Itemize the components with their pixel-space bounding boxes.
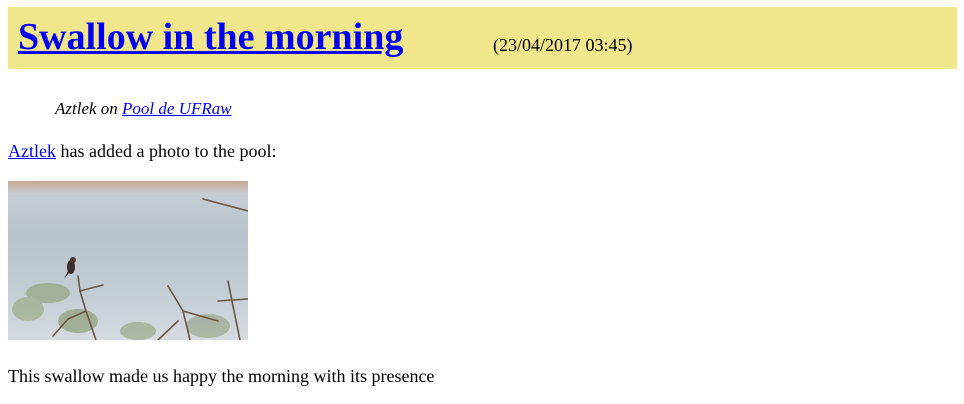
author-link[interactable]: Aztlek [8, 141, 56, 161]
pool-link[interactable]: Pool de UFRaw [122, 99, 232, 118]
byline: Aztlek on Pool de UFRaw [55, 98, 232, 120]
swallow-photo[interactable] [8, 181, 248, 340]
page: Swallow in the morning (23/04/2017 03:45… [0, 0, 964, 404]
post-title-link[interactable]: Swallow in the morning [18, 15, 403, 59]
intro-rest: has added a photo to the pool: [55, 141, 277, 161]
byline-on-word: on [100, 99, 118, 118]
intro-text: Aztlek has added a photo to the pool: [8, 140, 276, 162]
byline-author: Aztlek [55, 99, 97, 118]
post-date: (23/04/2017 03:45) [493, 35, 633, 55]
post-header: Swallow in the morning (23/04/2017 03:45… [8, 7, 957, 69]
photo-caption: This swallow made us happy the morning w… [8, 366, 435, 386]
